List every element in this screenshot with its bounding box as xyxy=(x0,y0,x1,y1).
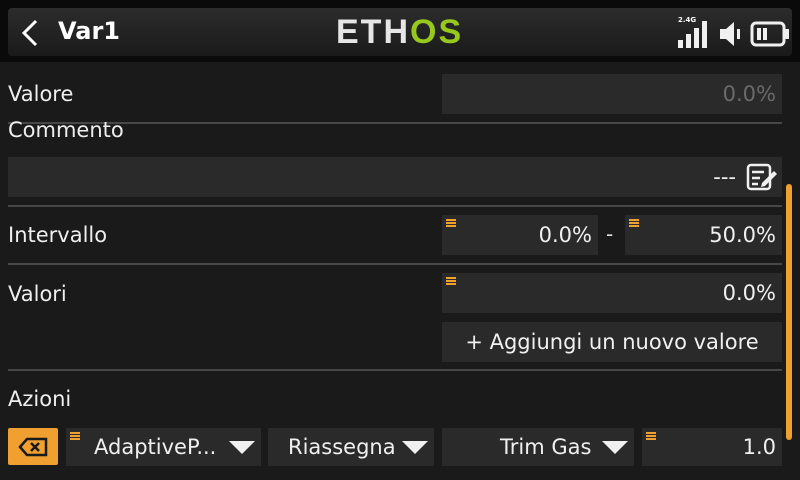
azioni-label: Azioni xyxy=(8,387,72,411)
menu-mark-icon xyxy=(446,277,456,285)
valori-value: 0.0% xyxy=(722,281,776,305)
battery-icon xyxy=(750,21,789,47)
dropdown-arrow-icon xyxy=(229,440,255,454)
action-source-dropdown[interactable]: AdaptiveP... xyxy=(66,428,261,466)
speaker-icon xyxy=(720,22,740,46)
intervallo-max-field[interactable]: 50.0% xyxy=(625,215,782,255)
divider xyxy=(8,122,782,124)
action-amount-field[interactable]: 1.0 xyxy=(642,428,782,466)
action-operation-dropdown[interactable]: Riassegna xyxy=(268,428,434,466)
signal-icon: 2.4G xyxy=(676,16,710,48)
status-icons: 2.4G xyxy=(676,16,790,48)
divider xyxy=(8,263,782,265)
menu-mark-icon xyxy=(646,432,656,440)
menu-mark-icon xyxy=(70,432,80,440)
add-value-button[interactable]: + Aggiungi un nuovo valore xyxy=(442,322,782,362)
action-target-dropdown[interactable]: Trim Gas xyxy=(442,428,634,466)
edit-icon[interactable] xyxy=(746,163,778,191)
valore-value: 0.0% xyxy=(722,82,776,106)
dropdown-arrow-icon xyxy=(602,440,628,454)
action-operation-value: Riassegna xyxy=(288,435,396,459)
back-arrow-icon xyxy=(21,19,38,47)
range-separator: - xyxy=(606,222,614,246)
divider xyxy=(8,369,782,371)
action-target-value: Trim Gas xyxy=(500,435,592,459)
action-source-value: AdaptiveP... xyxy=(94,435,217,459)
commento-field[interactable]: --- xyxy=(8,157,782,197)
delete-action-button[interactable] xyxy=(8,428,58,465)
valore-label: Valore xyxy=(8,82,74,106)
menu-mark-icon xyxy=(446,219,456,227)
intervallo-max-value: 50.0% xyxy=(709,223,776,247)
divider xyxy=(8,205,782,207)
delete-icon xyxy=(18,437,48,456)
intervallo-min-field[interactable]: 0.0% xyxy=(442,215,598,255)
commento-label: Commento xyxy=(8,118,124,142)
valori-label: Valori xyxy=(8,282,67,306)
action-amount-value: 1.0 xyxy=(742,435,776,459)
valore-field: 0.0% xyxy=(442,74,782,114)
page-title: Var1 xyxy=(58,17,120,45)
signal-band-label: 2.4G xyxy=(678,16,697,24)
commento-value: --- xyxy=(713,165,736,189)
dropdown-arrow-icon xyxy=(402,440,428,454)
valori-field[interactable]: 0.0% xyxy=(442,273,782,313)
intervallo-label: Intervallo xyxy=(8,223,108,247)
menu-mark-icon xyxy=(629,219,639,227)
intervallo-min-value: 0.0% xyxy=(538,223,592,247)
back-button[interactable] xyxy=(12,14,48,52)
scrollbar[interactable] xyxy=(786,184,792,440)
header: Var1 ETHOS 2.4G xyxy=(0,0,800,62)
ethos-logo: ETHOS xyxy=(336,13,464,51)
